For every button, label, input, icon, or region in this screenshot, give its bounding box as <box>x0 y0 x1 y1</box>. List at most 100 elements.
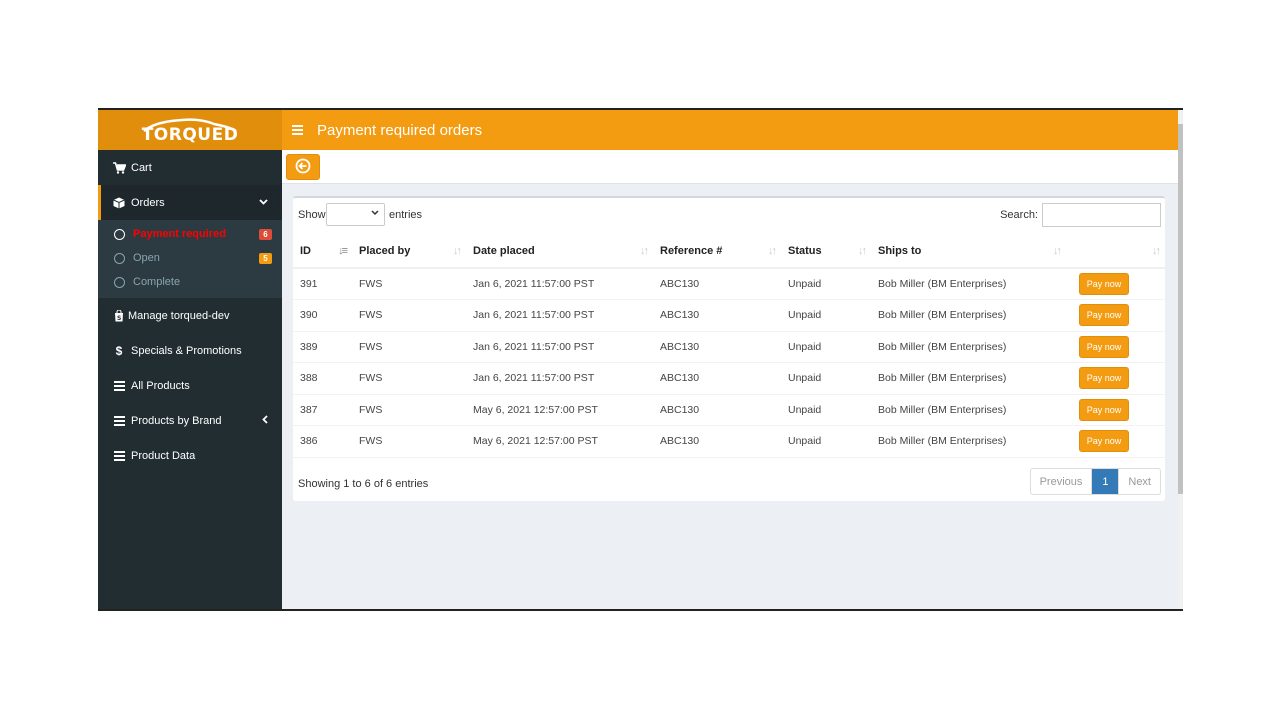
column-header-date-placed[interactable]: Date placed ↓↑ <box>466 235 653 269</box>
count-badge: 6 <box>259 228 272 240</box>
column-label: ID <box>300 245 311 257</box>
column-label: Status <box>788 245 822 257</box>
sidebar-item-label: Manage torqued-dev <box>128 309 230 322</box>
orders-table-box: Show entries Search: ID ↓≡ Placed by ↓↑ Da… <box>293 196 1165 501</box>
sidebar-item-payment-required[interactable]: Payment required 6 <box>98 222 282 246</box>
list-icon <box>112 450 126 461</box>
pay-now-button[interactable]: Pay now <box>1079 273 1129 295</box>
chevron-left-icon <box>262 414 268 427</box>
cell-placed-by: FWS <box>352 299 466 332</box>
table-body: 391 FWS Jan 6, 2021 11:57:00 PST ABC130 Unpa… <box>293 268 1165 458</box>
count-badge: 5 <box>259 252 272 264</box>
column-header-status[interactable]: Status ↓↑ <box>781 235 871 269</box>
entries-label: entries <box>389 209 423 221</box>
cell-ships-to: Bob Miller (BM Enterprises) <box>871 362 1066 395</box>
cell-ref: ABC130 <box>653 394 781 426</box>
sidebar-item-manage-torqued-dev[interactable]: S Manage torqued-dev <box>98 298 282 333</box>
pagination: Previous 1 Next <box>1029 468 1161 495</box>
table-row[interactable]: 389 FWS Jan 6, 2021 11:57:00 PST ABC130 Unpa… <box>293 331 1165 363</box>
cell-action: Pay now <box>1066 425 1165 458</box>
cell-action: Pay now <box>1066 362 1165 395</box>
cell-action: Pay now <box>1066 268 1165 300</box>
sidebar-item-specials-promotions[interactable]: $ Specials & Promotions <box>98 333 282 368</box>
search-label: Search: <box>1000 209 1038 221</box>
pay-now-button[interactable]: Pay now <box>1079 398 1129 421</box>
sidebar-item-label: Complete <box>133 276 181 288</box>
pay-now-button[interactable]: Pay now <box>1079 304 1129 327</box>
column-header-ships-to[interactable]: Ships to ↓↑ <box>871 235 1066 269</box>
cell-action: Pay now <box>1066 299 1165 332</box>
column-header-action[interactable]: ↓↑ <box>1066 235 1165 269</box>
cell-id: 389 <box>293 331 352 363</box>
svg-text:S: S <box>117 315 121 322</box>
page-title: Payment required orders <box>317 121 483 139</box>
cell-status: Unpaid <box>781 362 871 395</box>
sidebar-item-open[interactable]: Open 5 <box>98 246 282 270</box>
sidebar-item-label: Specials & Promotions <box>131 344 242 357</box>
sidebar-item-orders[interactable]: Orders <box>98 185 282 220</box>
table-header-row: ID ↓≡ Placed by ↓↑ Date placed ↓↑ Reference… <box>293 235 1165 269</box>
previous-page-button[interactable]: Previous <box>1031 469 1093 494</box>
table-row[interactable]: 388 FWS Jan 6, 2021 11:57:00 PST ABC130 Unpa… <box>293 362 1165 395</box>
sort-icon: ↓↑ <box>1053 245 1062 257</box>
sidebar-item-product-data[interactable]: Product Data <box>98 438 282 473</box>
sidebar: TORQUED Cart Orders Payment required 6 O… <box>98 110 282 609</box>
sidebar-item-complete[interactable]: Complete <box>98 270 282 294</box>
cell-ref: ABC130 <box>653 299 781 332</box>
circle-icon <box>114 228 125 240</box>
search-input[interactable] <box>1042 203 1161 227</box>
cell-date: Jan 6, 2021 11:57:00 PST <box>466 362 653 395</box>
sidebar-item-all-products[interactable]: All Products <box>98 368 282 403</box>
cell-date: Jan 6, 2021 11:57:00 PST <box>466 331 653 363</box>
pay-now-button[interactable]: Pay now <box>1079 367 1129 390</box>
logo-text: TORQUED <box>141 125 239 145</box>
sidebar-item-cart[interactable]: Cart <box>98 150 282 185</box>
column-label: Date placed <box>473 245 535 257</box>
pay-now-button[interactable]: Pay now <box>1079 430 1129 453</box>
sidebar-item-products-by-brand[interactable]: Products by Brand <box>98 403 282 438</box>
entries-length-select[interactable] <box>326 203 385 226</box>
next-page-button[interactable]: Next <box>1118 469 1160 494</box>
back-button[interactable] <box>286 154 320 180</box>
cell-ships-to: Bob Miller (BM Enterprises) <box>871 394 1066 426</box>
table-row[interactable]: 391 FWS Jan 6, 2021 11:57:00 PST ABC130 Unpa… <box>293 268 1165 300</box>
column-label: Ships to <box>878 245 922 257</box>
cell-id: 391 <box>293 268 352 300</box>
sidebar-item-label: Cart <box>131 161 152 174</box>
cube-icon <box>112 197 126 209</box>
logo[interactable]: TORQUED <box>98 110 282 150</box>
pay-now-button[interactable]: Pay now <box>1079 335 1129 358</box>
cell-placed-by: FWS <box>352 394 466 426</box>
scrollbar-thumb[interactable] <box>1178 124 1183 494</box>
list-icon <box>112 415 126 426</box>
circle-icon <box>114 252 125 264</box>
cell-date: May 6, 2021 12:57:00 PST <box>466 394 653 426</box>
sidebar-item-label: Product Data <box>131 449 196 462</box>
cell-status: Unpaid <box>781 394 871 426</box>
column-header-id[interactable]: ID ↓≡ <box>293 235 352 269</box>
table-row[interactable]: 386 FWS May 6, 2021 12:57:00 PST ABC130 Unpa… <box>293 425 1165 458</box>
cell-ref: ABC130 <box>653 331 781 363</box>
table-row[interactable]: 387 FWS May 6, 2021 12:57:00 PST ABC130 Unpa… <box>293 394 1165 426</box>
sort-icon: ↓↑ <box>640 245 649 257</box>
cell-date: Jan 6, 2021 11:57:00 PST <box>466 299 653 332</box>
cell-status: Unpaid <box>781 268 871 300</box>
column-header-placed-by[interactable]: Placed by ↓↑ <box>352 235 466 269</box>
sort-desc-icon: ↓≡ <box>338 245 348 257</box>
cell-placed-by: FWS <box>352 362 466 395</box>
column-header-reference[interactable]: Reference # ↓↑ <box>653 235 781 269</box>
page-1-button[interactable]: 1 <box>1092 469 1119 494</box>
vertical-scrollbar[interactable] <box>1178 110 1183 609</box>
toolbar <box>282 150 1178 184</box>
chevron-down-icon <box>259 197 268 208</box>
cell-ships-to: Bob Miller (BM Enterprises) <box>871 425 1066 458</box>
cell-action: Pay now <box>1066 331 1165 363</box>
hamburger-menu-icon[interactable] <box>292 122 303 138</box>
cell-date: Jan 6, 2021 11:57:00 PST <box>466 268 653 300</box>
header-edge <box>1003 108 1178 110</box>
table-info: Showing 1 to 6 of 6 entries <box>298 478 429 490</box>
chevron-down-icon <box>371 208 379 218</box>
cell-id: 388 <box>293 362 352 395</box>
cell-id: 386 <box>293 425 352 458</box>
table-row[interactable]: 390 FWS Jan 6, 2021 11:57:00 PST ABC130 Unpa… <box>293 299 1165 332</box>
